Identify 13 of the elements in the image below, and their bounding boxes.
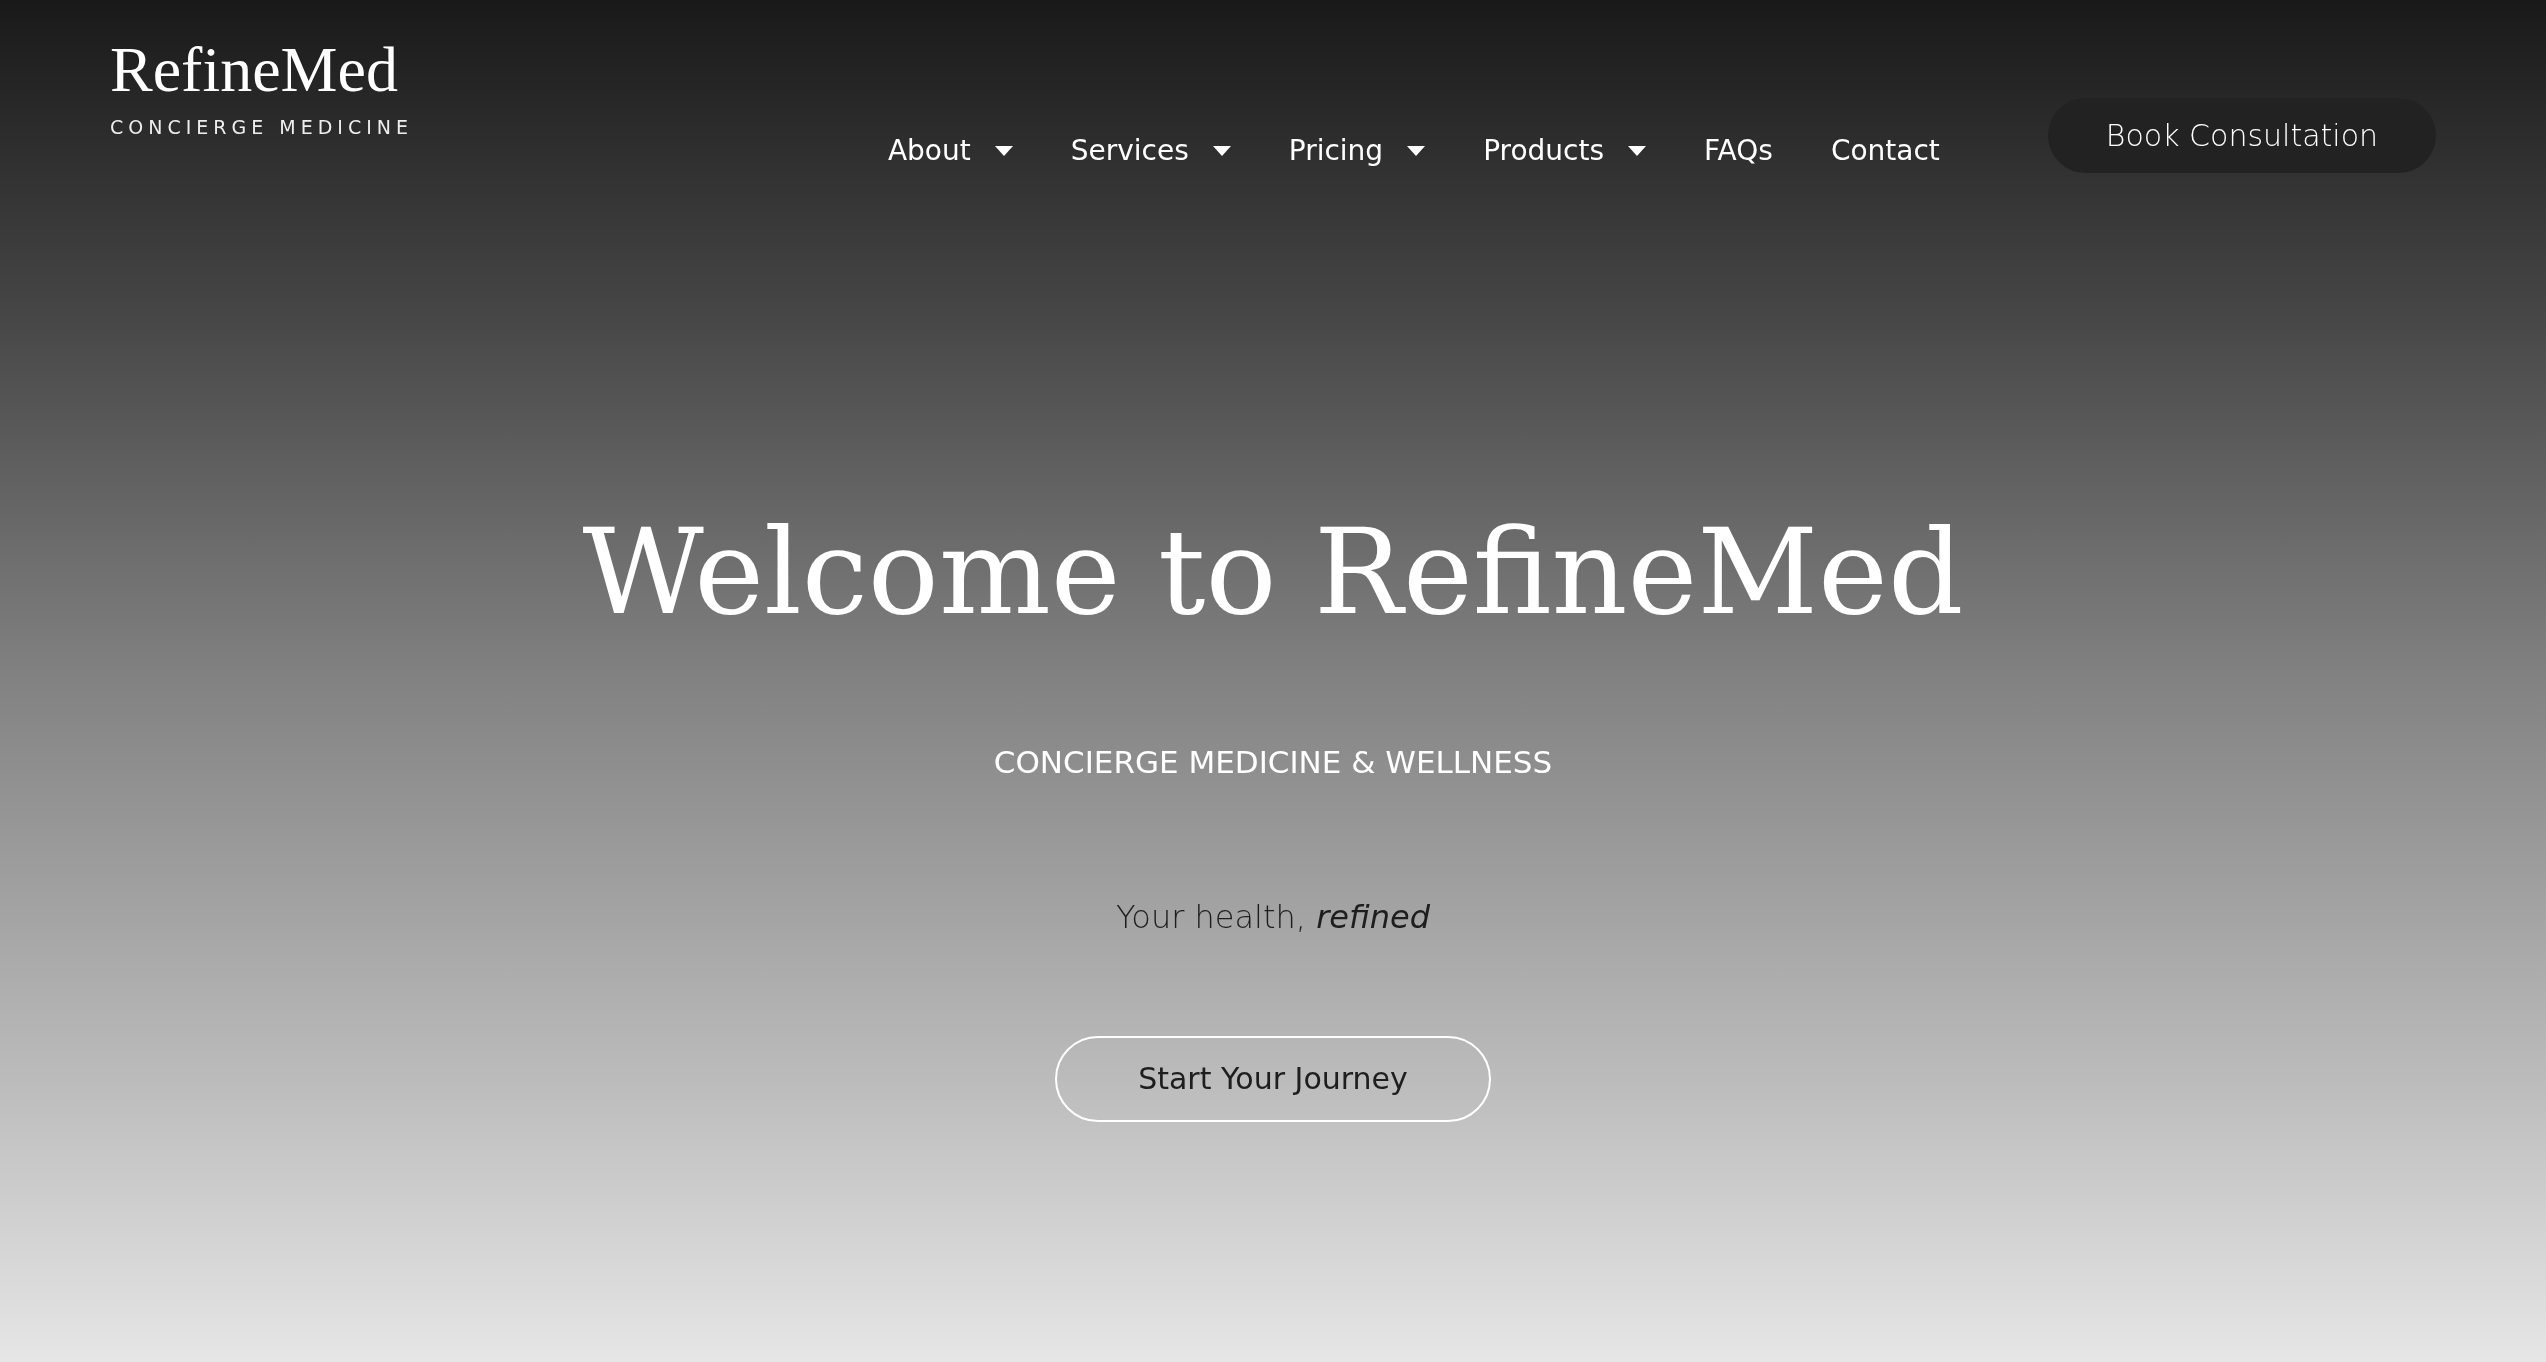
hero-tagline: Your health, refined xyxy=(1116,897,1430,936)
start-journey-button[interactable]: Start Your Journey xyxy=(1055,1035,1491,1122)
nav-link[interactable]: Contact xyxy=(1830,134,1940,167)
logo-tagline: CONCIERGE MEDICINE xyxy=(110,116,413,138)
hero-subtitle: CONCIERGE MEDICINE & WELLNESS xyxy=(993,743,1553,780)
hero-heading: Welcome to RefineMed xyxy=(582,502,1964,643)
nav-link[interactable]: About xyxy=(887,134,1013,167)
logo-wordmark[interactable]: RefineMed xyxy=(110,38,413,102)
nav-link[interactable]: Services xyxy=(1070,134,1231,167)
nav-link[interactable]: Pricing xyxy=(1288,134,1426,167)
nav-link[interactable]: Products xyxy=(1483,134,1647,167)
book-consultation-button[interactable]: Book Consultation xyxy=(2047,98,2436,173)
nav-link[interactable]: FAQs xyxy=(1704,134,1773,167)
